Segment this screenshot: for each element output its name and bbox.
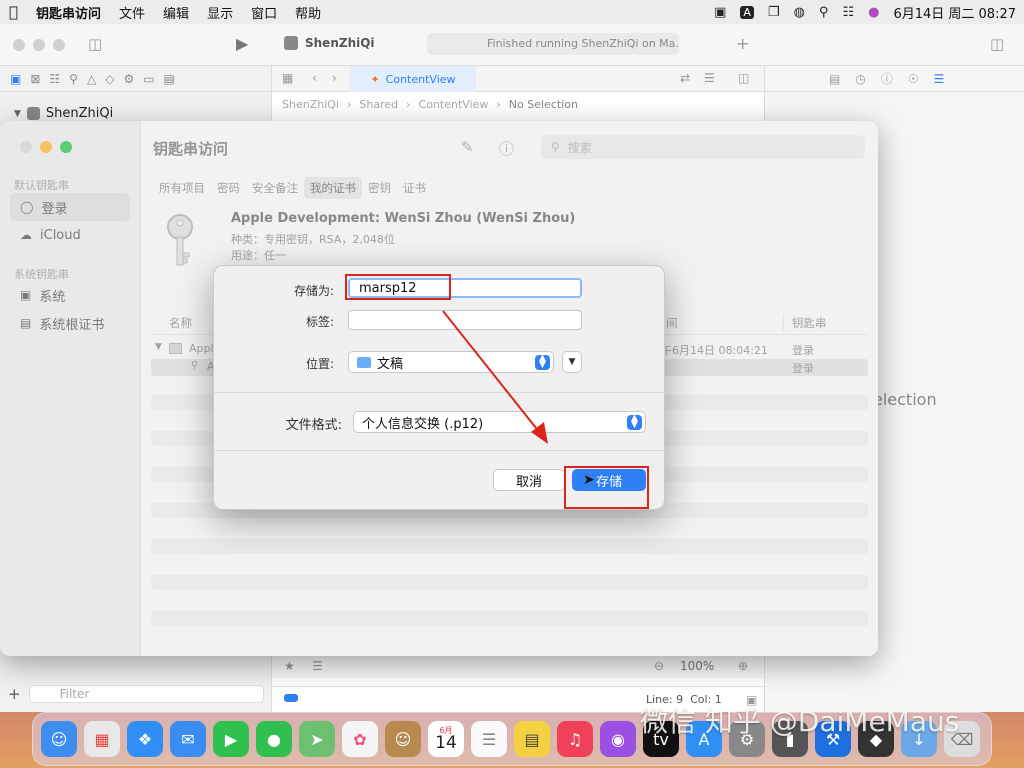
watermark-text: 微信 知乎 @DaiMeMaus xyxy=(640,705,960,738)
finder-icon[interactable]: ☺ xyxy=(41,721,77,757)
contacts-icon[interactable]: ☺ xyxy=(385,721,421,757)
launchpad-icon[interactable]: ▦ xyxy=(84,721,120,757)
reminders-icon[interactable]: ☰ xyxy=(471,721,507,757)
facetime-icon[interactable]: ▶ xyxy=(213,721,249,757)
safari-icon[interactable]: ❖ xyxy=(127,721,163,757)
annotation-arrow-icon xyxy=(442,310,548,444)
mail-icon[interactable]: ✉ xyxy=(170,721,206,757)
notes-icon[interactable]: ▤ xyxy=(514,721,550,757)
podcasts-icon[interactable]: ◉ xyxy=(600,721,636,757)
music-icon[interactable]: ♫ xyxy=(557,721,593,757)
maps-icon[interactable]: ➤ xyxy=(299,721,335,757)
calendar-day: 14 xyxy=(435,732,457,753)
messages-icon[interactable]: ● xyxy=(256,721,292,757)
photos-icon[interactable]: ✿ xyxy=(342,721,378,757)
calendar-icon[interactable]: 6月 14 xyxy=(428,721,464,757)
